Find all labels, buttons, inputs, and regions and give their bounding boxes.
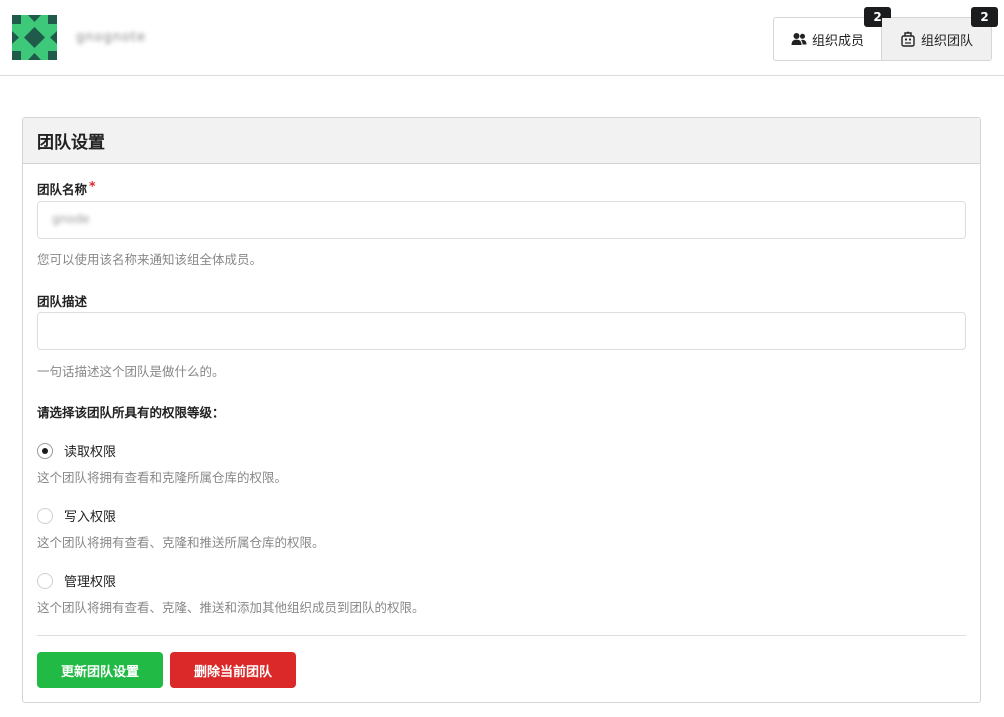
tab-org-members-label: 组织成员 [811,33,864,49]
permission-read-radio[interactable] [37,442,53,459]
permission-label: 请选择该团队所具有的权限等级： [37,405,225,420]
team-name-input[interactable] [37,201,966,239]
team-desc-input[interactable] [37,312,966,350]
users-icon [791,33,807,45]
permission-admin-option[interactable]: 管理权限 [37,571,116,590]
permission-write-label: 写入权限 [64,510,117,525]
tab-org-teams-label: 组织团队 [920,33,973,49]
update-team-button[interactable]: 更新团队设置 [37,652,163,688]
tab-org-members[interactable]: 组织成员 2 [774,7,891,60]
team-name-label-text: 团队名称 [37,182,88,197]
tab-org-teams[interactable]: 组织团队 2 [882,7,998,60]
form-divider [37,635,966,636]
permission-read-help: 这个团队将拥有查看和克隆所属仓库的权限。 [37,470,288,485]
permission-admin-radio[interactable] [37,572,53,589]
permission-admin-help: 这个团队将拥有查看、克隆、推送和添加其他组织成员到团队的权限。 [37,600,425,615]
delete-team-button[interactable]: 删除当前团队 [170,652,296,688]
team-desc-label: 团队描述 [37,294,88,309]
permission-write-option[interactable]: 写入权限 [37,506,116,525]
permission-read-option[interactable]: 读取权限 [37,441,116,460]
teams-count-badge: 2 [971,7,998,27]
permission-write-help: 这个团队将拥有查看、克隆和推送所属仓库的权限。 [37,535,325,550]
permission-write-radio[interactable] [37,507,53,524]
organization-logo[interactable] [12,15,57,60]
team-name-field-wrap: gnode [37,201,966,239]
page-header: gnognote 组织成员 2 组织团队 2 [0,0,1004,76]
team-desc-help: 一句话描述这个团队是做什么的。 [37,364,225,379]
permission-admin-label: 管理权限 [64,575,117,590]
team-name-label: 团队名称 * [37,178,96,198]
panel-title: 团队设置 [23,118,980,164]
org-tab-group: 组织成员 2 组织团队 2 [773,7,998,61]
team-settings-panel: 团队设置 团队名称 * gnode 您可以使用该名称来通知该组全体成员。 团队描述… [22,117,981,703]
organization-name: gnognote [76,30,146,45]
team-icon [901,31,915,47]
permission-read-label: 读取权限 [64,445,117,460]
team-name-help: 您可以使用该名称来通知该组全体成员。 [37,252,263,267]
required-mark: * [89,178,96,193]
